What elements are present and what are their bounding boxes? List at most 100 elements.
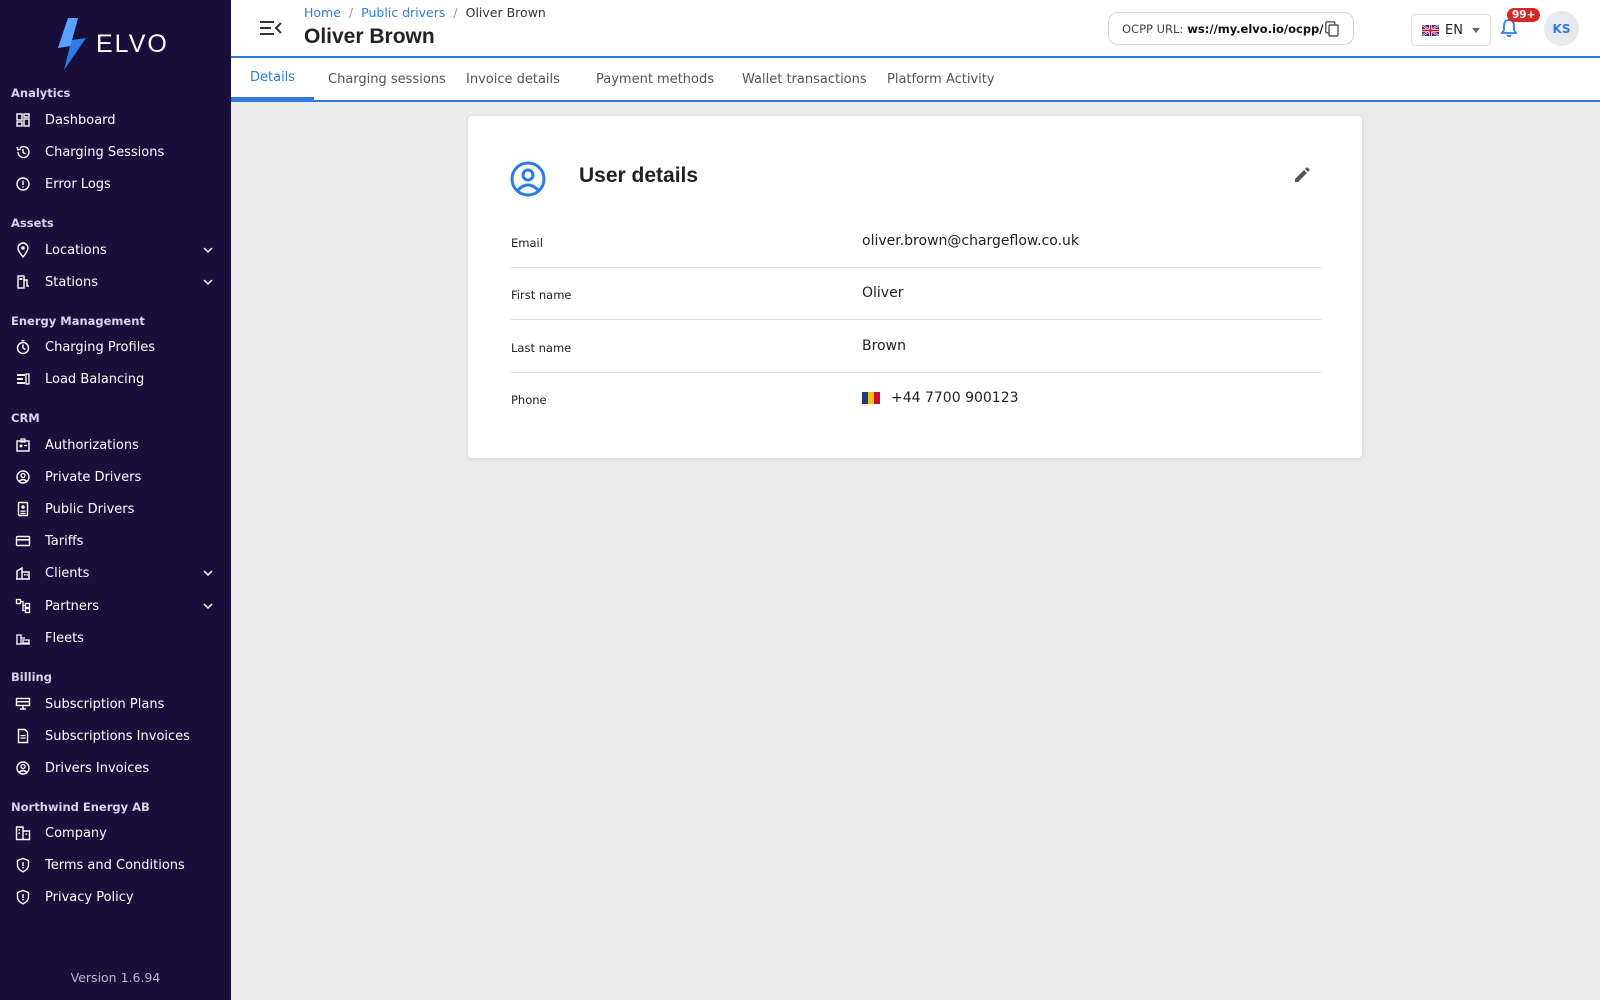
- ocpp-url-box: OCPP URL: ws://my.elvo.io/ocpp/: [1108, 12, 1354, 45]
- chevron-down-icon[interactable]: [203, 568, 213, 578]
- sidebar-item-clients[interactable]: Clients: [0, 559, 231, 587]
- sidebar-item-label: Terms and Conditions: [45, 857, 185, 873]
- sidebar-item-label: Charging Sessions: [45, 144, 165, 160]
- plan-icon: [15, 696, 31, 712]
- breadcrumb-separator: /: [348, 5, 354, 20]
- sidebar-item-label: Authorizations: [45, 437, 139, 453]
- station-icon: [15, 274, 31, 290]
- version-label: Version 1.6.94: [70, 970, 161, 985]
- sidebar-item-authorizations[interactable]: Authorizations: [0, 431, 231, 459]
- lightning-logo-icon: [58, 18, 86, 70]
- sidebar-item-label: Public Drivers: [45, 501, 135, 517]
- language-code: EN: [1445, 22, 1463, 38]
- sidebar-item-label: Tariffs: [45, 533, 84, 549]
- sidebar-item-charging-sessions[interactable]: Charging Sessions: [0, 138, 231, 166]
- edit-pencil-icon[interactable]: [1293, 166, 1311, 184]
- sidebar-item-terms-and-conditions[interactable]: Terms and Conditions: [0, 851, 231, 879]
- phone-value: +44 7700 900123: [891, 390, 1019, 406]
- copy-icon[interactable]: [1325, 21, 1339, 37]
- field-row-first-name: First name Oliver: [511, 268, 1321, 320]
- load-balancing-icon: [15, 371, 31, 387]
- history-icon: [15, 144, 31, 160]
- sidebar-item-subscriptions-invoices[interactable]: Subscriptions Invoices: [0, 722, 231, 750]
- breadcrumb-current: Oliver Brown: [465, 5, 546, 20]
- sidebar-item-label: Privacy Policy: [45, 889, 134, 905]
- user-circle-icon: [15, 760, 31, 776]
- sidebar-item-dashboard[interactable]: Dashboard: [0, 106, 231, 134]
- sidebar-item-label: Clients: [45, 565, 90, 581]
- sidebar-item-locations[interactable]: Locations: [0, 236, 231, 264]
- field-label: Phone: [511, 393, 547, 407]
- caret-down-icon: [1472, 28, 1480, 33]
- sidebar-item-company[interactable]: Company: [0, 819, 231, 847]
- sidebar-item-stations[interactable]: Stations: [0, 268, 231, 296]
- field-row-last-name: Last name Brown: [511, 321, 1321, 373]
- sidebar-item-tariffs[interactable]: Tariffs: [0, 527, 231, 555]
- section-title: Assets: [11, 216, 54, 230]
- sidebar-item-label: Dashboard: [45, 112, 116, 128]
- user-avatar[interactable]: KS: [1544, 11, 1579, 46]
- sidebar-item-subscription-plans[interactable]: Subscription Plans: [0, 690, 231, 718]
- field-row-email: Email oliver.brown@chargeflow.co.uk: [511, 216, 1321, 268]
- sidebar-item-label: Subscription Plans: [45, 696, 165, 712]
- email-value: oliver.brown@chargeflow.co.uk: [862, 233, 1079, 249]
- breadcrumb-public-drivers[interactable]: Public drivers: [361, 5, 445, 20]
- sidebar-item-label: Subscriptions Invoices: [45, 728, 190, 744]
- sidebar: ELVO Analytics Dashboard Charging Sessions…: [0, 0, 231, 1000]
- card-title: User details: [579, 164, 699, 187]
- field-row-phone: Phone +44 7700 900123: [511, 373, 1321, 425]
- language-selector[interactable]: EN: [1411, 14, 1491, 46]
- sidebar-item-fleets[interactable]: Fleets: [0, 624, 231, 652]
- chevron-down-icon[interactable]: [203, 245, 213, 255]
- tab-charging-sessions[interactable]: Charging sessions: [309, 58, 465, 100]
- company-icon: [15, 825, 31, 841]
- sidebar-item-label: Fleets: [45, 630, 84, 646]
- sidebar-item-error-logs[interactable]: Error Logs: [0, 170, 231, 198]
- breadcrumb-home[interactable]: Home: [304, 5, 341, 20]
- first-name-value: Oliver: [862, 285, 904, 301]
- sidebar-item-label: Charging Profiles: [45, 339, 156, 355]
- sidebar-item-label: Private Drivers: [45, 469, 142, 485]
- buildings-icon: [15, 565, 31, 581]
- logo[interactable]: ELVO: [56, 16, 169, 72]
- document-icon: [15, 728, 31, 744]
- tab-wallet-transactions[interactable]: Wallet transactions: [723, 58, 886, 100]
- sidebar-item-label: Error Logs: [45, 176, 111, 192]
- chevron-down-icon[interactable]: [203, 277, 213, 287]
- sidebar-item-private-drivers[interactable]: Private Drivers: [0, 463, 231, 491]
- collapse-menu-icon[interactable]: [260, 19, 282, 37]
- sidebar-item-drivers-invoices[interactable]: Drivers Invoices: [0, 754, 231, 782]
- field-label: First name: [511, 288, 572, 302]
- last-name-value: Brown: [862, 338, 906, 354]
- tab-invoice-details[interactable]: Invoice details: [447, 58, 579, 100]
- breadcrumb-separator: /: [453, 5, 458, 20]
- sidebar-item-public-drivers[interactable]: Public Drivers: [0, 495, 231, 523]
- shield-icon: [15, 857, 31, 873]
- sidebar-item-label: Drivers Invoices: [45, 760, 150, 776]
- tab-payment-methods[interactable]: Payment methods: [577, 58, 733, 100]
- field-label: Email: [511, 236, 543, 250]
- phone-country-flag-icon: [862, 392, 880, 404]
- sidebar-item-label: Load Balancing: [45, 371, 145, 387]
- user-circle-icon: [510, 161, 546, 197]
- sidebar-item-privacy-policy[interactable]: Privacy Policy: [0, 883, 231, 911]
- uk-flag-icon: [1422, 24, 1439, 36]
- badge-icon: [15, 437, 31, 453]
- tab-platform-activity[interactable]: Platform Activity: [868, 58, 1014, 100]
- logo-text: ELVO: [96, 29, 169, 58]
- network-icon: [15, 598, 31, 614]
- sidebar-item-load-balancing[interactable]: Load Balancing: [0, 365, 231, 393]
- timer-icon: [15, 339, 31, 355]
- page-title: Oliver Brown: [304, 25, 435, 48]
- notification-badge: 99+: [1507, 8, 1541, 22]
- section-title: Analytics: [11, 86, 71, 100]
- sidebar-item-partners[interactable]: Partners: [0, 592, 231, 620]
- section-title: Northwind Energy AB: [11, 800, 150, 814]
- sidebar-item-charging-profiles[interactable]: Charging Profiles: [0, 333, 231, 361]
- tab-details[interactable]: Details: [231, 58, 315, 100]
- breadcrumb: Home / Public drivers / Oliver Brown: [304, 5, 546, 20]
- sidebar-item-label: Stations: [45, 274, 98, 290]
- chevron-down-icon[interactable]: [203, 601, 213, 611]
- user-details-card: User details Email oliver.brown@chargefl…: [468, 116, 1362, 458]
- alert-circle-icon: [15, 176, 31, 192]
